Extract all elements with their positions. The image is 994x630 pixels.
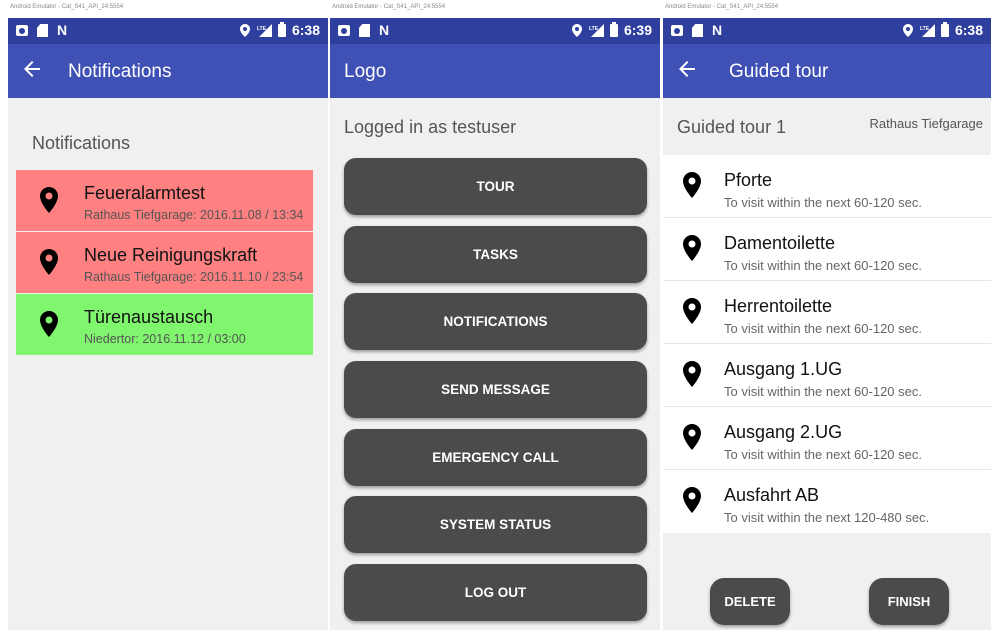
nfc-icon: N (379, 22, 390, 38)
app-bar: Logo (330, 44, 660, 98)
list-item[interactable]: Pforte To visit within the next 60-120 s… (663, 155, 991, 218)
map-pin-icon (683, 298, 701, 324)
main-menu-screen: Android Emulator - Cat_S41_API_24:5554 N… (330, 0, 660, 630)
notification-item[interactable]: Neue Reinigungskraft Rathaus Tiefgarage:… (16, 232, 313, 294)
svg-text:LTE: LTE (257, 26, 267, 32)
list-item[interactable]: Herrentoilette To visit within the next … (663, 281, 991, 344)
app-bar: Guided tour (663, 44, 991, 98)
checkpoint-title: Pforte (724, 170, 773, 190)
signal-icon: LTE (920, 23, 935, 37)
page-title: Guided tour (729, 61, 829, 82)
status-bar: N LTE 6:39 (330, 18, 660, 44)
notifications-screen: Android Emulator - Cat_S41_API_24:5554 N… (8, 0, 328, 630)
emulator-title: Android Emulator - Cat_S41_API_24:5554 (663, 0, 991, 18)
svg-text:LTE: LTE (589, 26, 599, 32)
guided-tour-screen: Android Emulator - Cat_S41_API_24:5554 N… (663, 0, 991, 630)
battery-icon (609, 21, 618, 37)
notification-item[interactable]: Feueralarmtest Rathaus Tiefgarage: 2016.… (16, 170, 313, 232)
checkpoint-title: Ausgang 2.UG (724, 422, 843, 442)
emulator-title: Android Emulator - Cat_S41_API_24:5554 (8, 0, 328, 18)
checkpoint-title: Ausfahrt AB (724, 485, 820, 505)
notifications-button[interactable]: NOTIFICATIONS (344, 293, 647, 350)
nfc-icon: N (712, 22, 723, 38)
checkpoint-list: Pforte To visit within the next 60-120 s… (663, 155, 991, 533)
nfc-icon: N (57, 22, 68, 38)
checkpoint-subtitle: To visit within the next 60-120 sec. (724, 258, 922, 273)
clock: 6:39 (623, 22, 652, 38)
signal-icon: LTE (589, 23, 604, 37)
map-pin-icon (40, 311, 58, 337)
system-status-button[interactable]: SYSTEM STATUS (344, 496, 647, 553)
notification-subtitle: Rathaus Tiefgarage: 2016.11.08 / 13:34 (84, 208, 304, 222)
notification-item[interactable]: Türenaustausch Niedertor: 2016.11.12 / 0… (16, 294, 313, 356)
checkpoint-title: Ausgang 1.UG (724, 359, 843, 379)
finish-button[interactable]: FINISH (869, 578, 949, 625)
list-item[interactable]: Ausgang 2.UG To visit within the next 60… (663, 407, 991, 470)
app-bar: Notifications (8, 44, 328, 98)
tour-button[interactable]: TOUR (344, 158, 647, 215)
map-pin-icon (683, 487, 701, 513)
back-arrow-icon[interactable] (675, 57, 699, 81)
page-title: Notifications (68, 61, 172, 82)
camera-icon (338, 25, 350, 36)
tour-location: Rathaus Tiefgarage (869, 116, 983, 131)
map-pin-icon (683, 235, 701, 261)
signal-icon: LTE (257, 23, 272, 37)
emulator-title: Android Emulator - Cat_S41_API_24:5554 (330, 0, 660, 18)
sd-card-icon (692, 24, 703, 37)
delete-button[interactable]: DELETE (710, 578, 790, 625)
checkpoint-subtitle: To visit within the next 60-120 sec. (724, 384, 922, 399)
list-item[interactable]: Ausfahrt AB To visit within the next 120… (663, 470, 991, 533)
checkpoint-title: Damentoilette (724, 233, 836, 253)
notification-title: Neue Reinigungskraft (84, 245, 258, 265)
checkpoint-subtitle: To visit within the next 120-480 sec. (724, 510, 930, 525)
notification-subtitle: Niedertor: 2016.11.12 / 03:00 (84, 332, 246, 346)
logo-title: Logo (344, 61, 387, 82)
map-pin-icon (40, 249, 58, 275)
battery-icon (277, 21, 286, 37)
checkpoint-title: Herrentoilette (724, 296, 833, 316)
tour-name: Guided tour 1 (677, 117, 787, 137)
clock: 6:38 (954, 22, 983, 38)
location-status-icon (902, 23, 913, 37)
logged-in-label: Logged in as testuser (344, 117, 517, 137)
camera-icon (16, 25, 28, 36)
sd-card-icon (37, 24, 48, 37)
list-item[interactable]: Damentoilette To visit within the next 6… (663, 218, 991, 281)
map-pin-icon (683, 361, 701, 387)
notification-title: Türenaustausch (84, 307, 214, 327)
send-message-button[interactable]: SEND MESSAGE (344, 361, 647, 418)
log-out-button[interactable]: LOG OUT (344, 564, 647, 621)
section-heading: Notifications (32, 133, 131, 153)
notification-title: Feueralarmtest (84, 183, 206, 203)
location-status-icon (239, 23, 250, 37)
sd-card-icon (359, 24, 370, 37)
map-pin-icon (683, 172, 701, 198)
battery-icon (940, 21, 949, 37)
camera-icon (671, 25, 683, 36)
checkpoint-subtitle: To visit within the next 60-120 sec. (724, 447, 922, 462)
location-status-icon (571, 23, 582, 37)
map-pin-icon (683, 424, 701, 450)
status-bar: N LTE 6:38 (663, 18, 991, 44)
svg-text:LTE: LTE (920, 26, 930, 32)
list-item[interactable]: Ausgang 1.UG To visit within the next 60… (663, 344, 991, 407)
map-pin-icon (40, 187, 58, 213)
notification-subtitle: Rathaus Tiefgarage: 2016.11.10 / 23:54 (84, 270, 304, 284)
emergency-call-button[interactable]: EMERGENCY CALL (344, 429, 647, 486)
tasks-button[interactable]: TASKS (344, 226, 647, 283)
checkpoint-subtitle: To visit within the next 60-120 sec. (724, 321, 922, 336)
status-bar: N LTE 6:38 (8, 18, 328, 44)
back-arrow-icon[interactable] (20, 57, 44, 81)
clock: 6:38 (291, 22, 320, 38)
checkpoint-subtitle: To visit within the next 60-120 sec. (724, 195, 922, 210)
